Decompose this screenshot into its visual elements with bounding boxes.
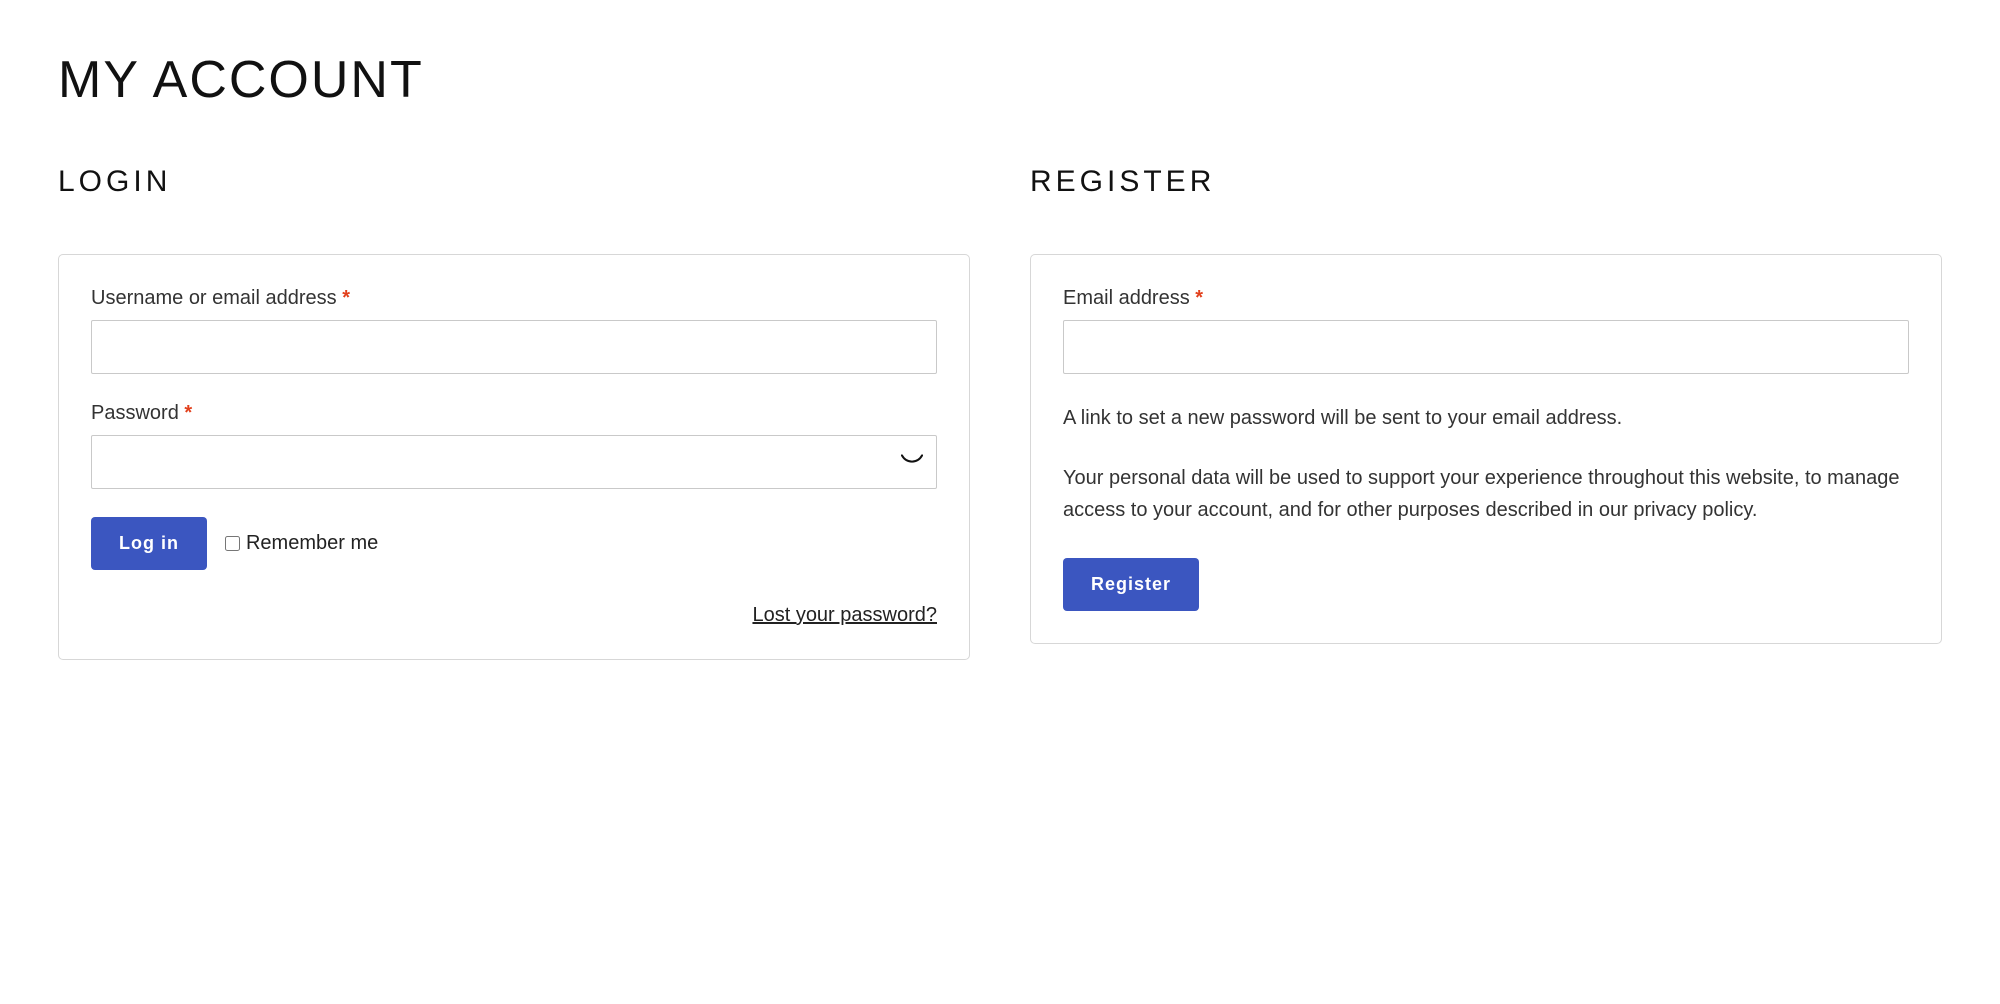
required-mark: *: [184, 402, 192, 424]
password-link-info: A link to set a new password will be sen…: [1063, 402, 1909, 434]
password-label-text: Password: [91, 402, 184, 424]
columns: LOGIN Username or email address * Passwo…: [58, 165, 1942, 660]
remember-me-label: Remember me: [246, 532, 378, 555]
password-label: Password *: [91, 402, 937, 425]
email-label: Email address *: [1063, 287, 1909, 310]
register-panel: Email address * A link to set a new pass…: [1030, 254, 1942, 644]
remember-me[interactable]: Remember me: [225, 532, 378, 555]
email-label-text: Email address: [1063, 287, 1195, 309]
register-heading: REGISTER: [1030, 165, 1942, 199]
privacy-text: Your personal data will be used to suppo…: [1063, 462, 1909, 526]
login-action-row: Log in Remember me: [91, 517, 937, 570]
username-label-text: Username or email address: [91, 287, 342, 309]
required-mark: *: [1195, 287, 1203, 309]
login-column: LOGIN Username or email address * Passwo…: [58, 165, 970, 660]
login-panel: Username or email address * Password *: [58, 254, 970, 660]
register-column: REGISTER Email address * A link to set a…: [1030, 165, 1942, 660]
password-input-wrap: [91, 435, 937, 489]
username-input[interactable]: [91, 320, 937, 374]
lost-password-row: Lost your password?: [91, 604, 937, 627]
password-row: Password *: [91, 402, 937, 489]
required-mark: *: [342, 287, 350, 309]
username-row: Username or email address *: [91, 287, 937, 374]
login-heading: LOGIN: [58, 165, 970, 199]
password-input[interactable]: [91, 435, 937, 489]
lost-password-link[interactable]: Lost your password?: [752, 604, 937, 626]
login-button[interactable]: Log in: [91, 517, 207, 570]
register-button[interactable]: Register: [1063, 558, 1199, 611]
email-input[interactable]: [1063, 320, 1909, 374]
email-row: Email address *: [1063, 287, 1909, 374]
username-label: Username or email address *: [91, 287, 937, 310]
page-title: MY ACCOUNT: [58, 50, 1942, 110]
eye-icon[interactable]: [901, 453, 923, 471]
remember-me-checkbox[interactable]: [225, 536, 240, 551]
